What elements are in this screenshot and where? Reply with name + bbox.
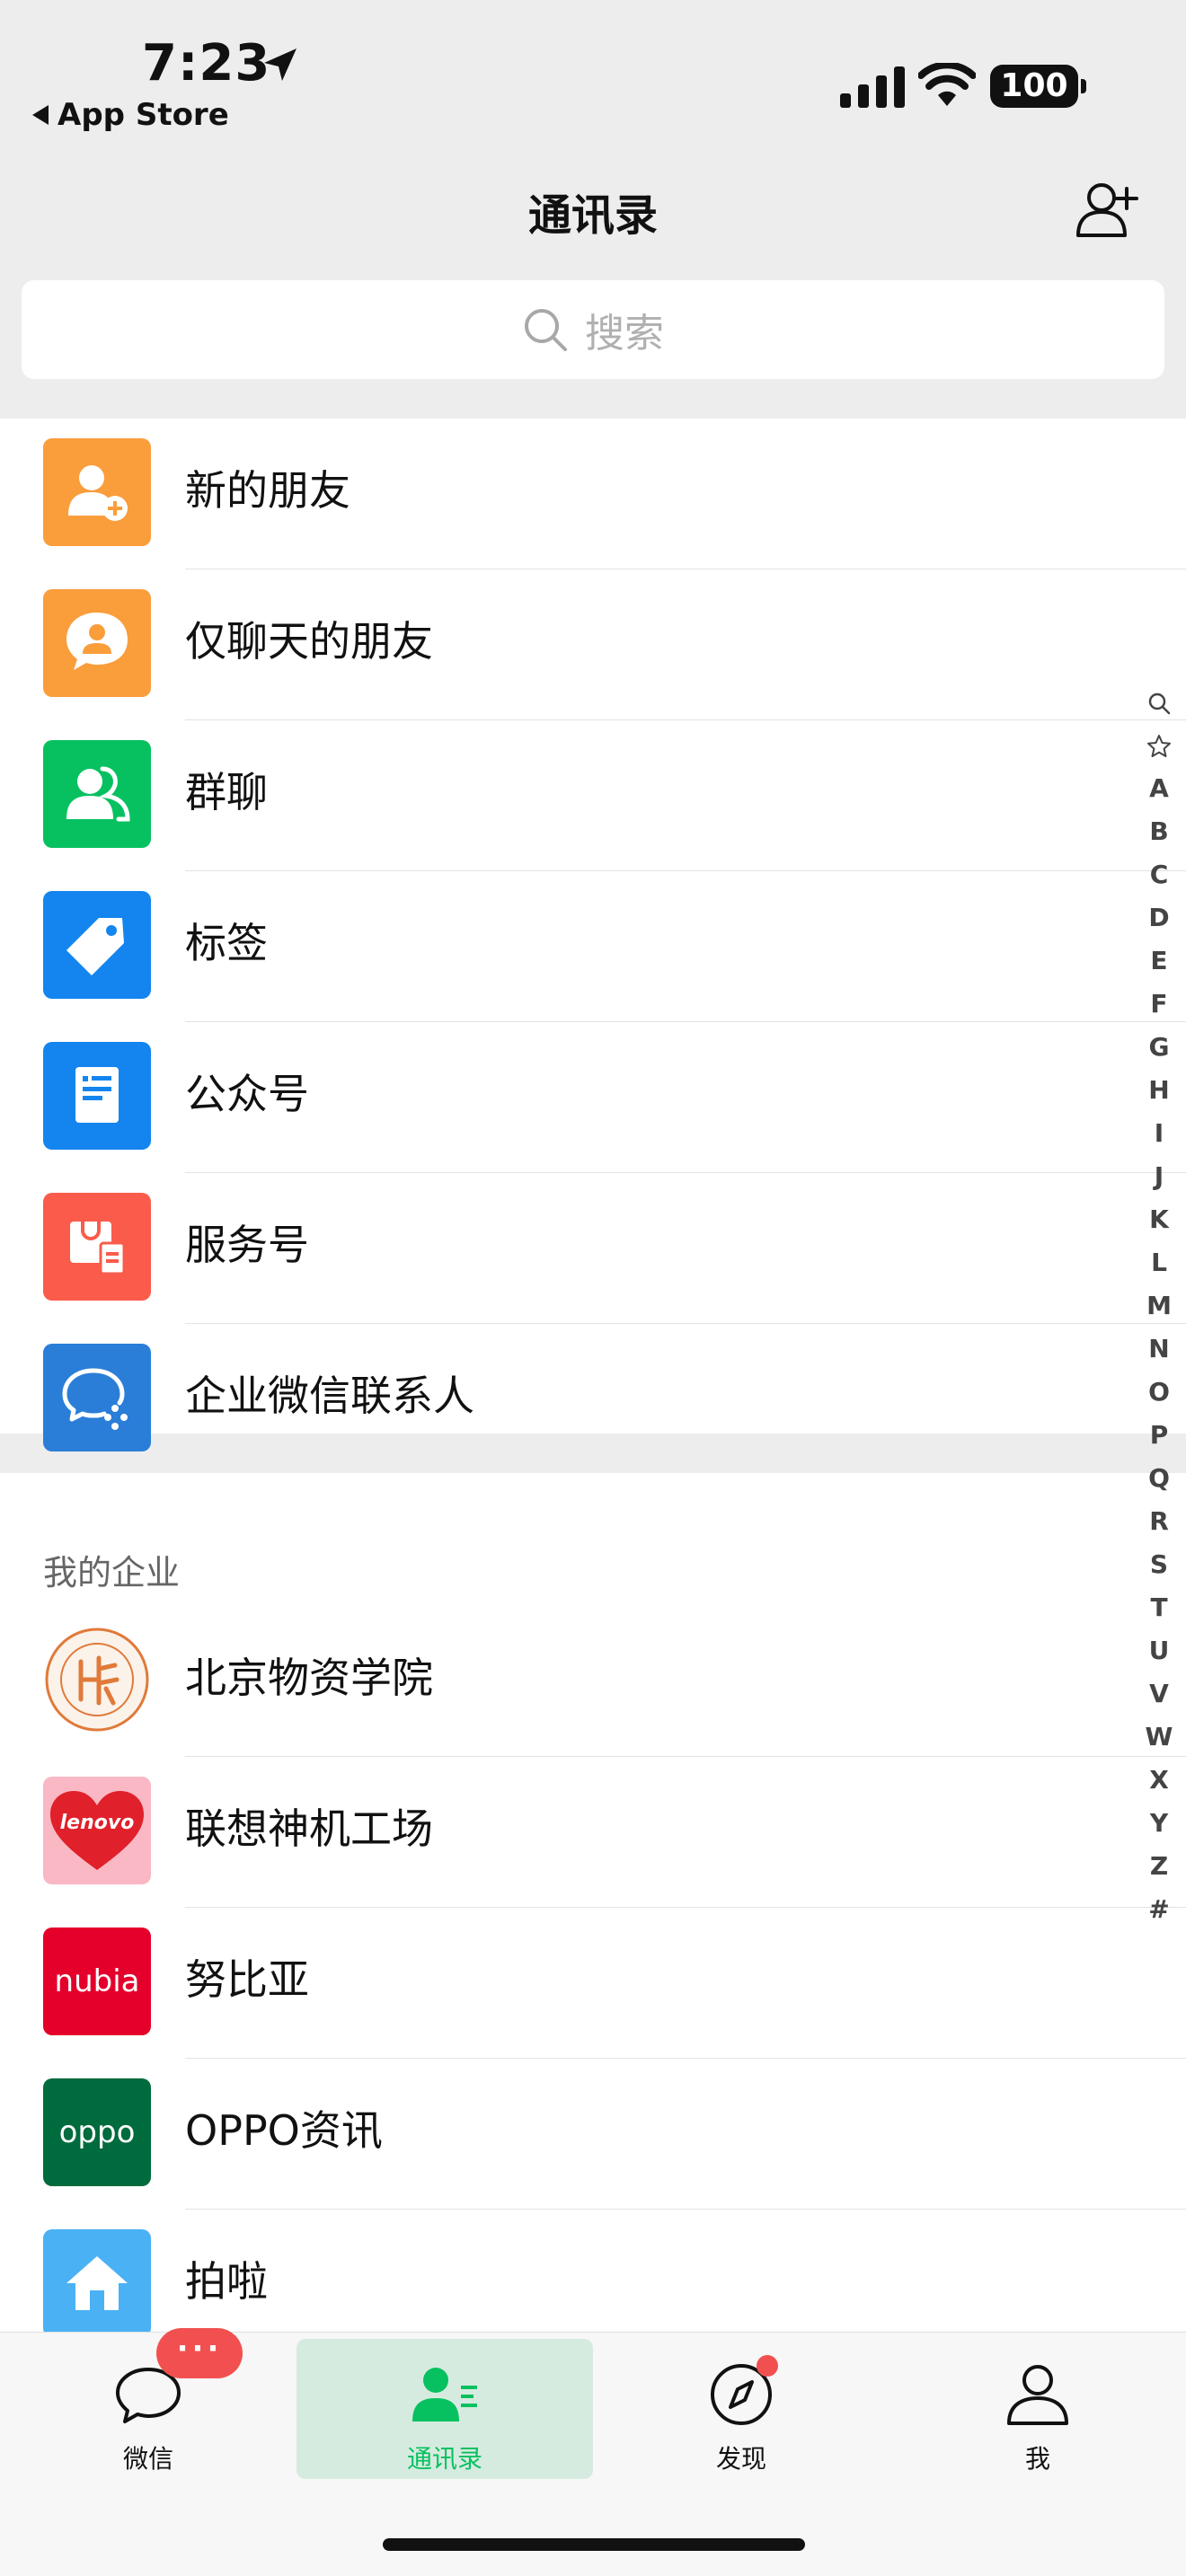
entry-label: 新的朋友 [185,466,350,515]
enterprise-item[interactable]: nubia 努比亚 [0,1908,1186,2059]
wifi-icon [918,63,976,106]
entry-label: 仅聊天的朋友 [185,617,433,666]
lenovo-heart-icon: lenovo [43,1777,151,1884]
index-letter[interactable]: C [1139,853,1179,896]
unread-badge: ··· [156,2328,243,2378]
index-letter[interactable]: E [1139,940,1179,983]
index-letter[interactable]: L [1139,1241,1179,1284]
entry-official-accounts[interactable]: 公众号 [0,1022,1186,1173]
index-letter[interactable]: X [1139,1759,1179,1802]
index-letter[interactable]: O [1139,1371,1179,1414]
official-account-icon [43,1042,151,1150]
oppo-logo-icon: oppo [43,2078,151,2186]
enterprise-label: OPPO资讯 [185,2106,383,2155]
home-icon [43,2229,151,2337]
section-heading-my-enterprise: 我的企业 [43,1553,181,1592]
status-time: 7:23 [142,34,271,93]
entry-tags[interactable]: 标签 [0,871,1186,1022]
tab-label: 微信 [122,2444,173,2474]
entry-label: 公众号 [185,1070,309,1118]
wecom-icon [43,1344,151,1451]
alphabet-index[interactable]: A B C D E F G H I J K L M N O P Q R S T U V W X Y Z # [1139,681,1179,1924]
status-bar: 7:23 App Store 100 [0,0,1186,153]
index-star-icon[interactable] [1139,724,1179,767]
enterprise-label: 北京物资学院 [185,1654,433,1702]
index-letter[interactable]: W [1139,1716,1179,1759]
tab-label: 发现 [715,2444,766,2474]
add-person-icon [43,438,151,546]
index-letter[interactable]: A [1139,767,1179,810]
school-seal-icon [43,1626,151,1734]
index-letter[interactable]: S [1139,1543,1179,1586]
enterprise-item[interactable]: lenovo 联想神机工场 [0,1757,1186,1908]
chat-person-icon [43,589,151,697]
search-input[interactable]: 搜索 [22,280,1164,379]
group-icon [43,740,151,848]
entry-label: 群聊 [185,768,268,816]
index-letter[interactable]: Y [1139,1802,1179,1845]
index-letter[interactable]: K [1139,1198,1179,1241]
index-letter[interactable]: R [1139,1500,1179,1543]
index-letter[interactable]: F [1139,983,1179,1026]
entry-label: 标签 [185,919,268,967]
contacts-icon [412,2368,477,2422]
nubia-logo-text: nubia [54,1963,140,1999]
search-icon [525,309,567,351]
cellular-signal-icon [840,66,905,108]
index-letter[interactable]: P [1139,1414,1179,1457]
entry-label: 服务号 [185,1221,309,1269]
entry-new-friends[interactable]: 新的朋友 [0,419,1186,569]
function-entry-list: 新的朋友 仅聊天的朋友 群聊 标签 公众号 服务号 企业微信联系人 [0,419,1186,1475]
enterprise-label: 联想神机工场 [185,1804,433,1853]
enterprise-label: 努比亚 [185,1955,309,2004]
tab-chats[interactable]: 微信 [0,2339,296,2479]
index-letter[interactable]: D [1139,896,1179,940]
back-app-label: App Store [58,97,229,133]
entry-group-chats[interactable]: 群聊 [0,720,1186,871]
nubia-logo-icon: nubia [43,1928,151,2035]
enterprise-item[interactable]: 北京物资学院 [0,1606,1186,1757]
home-indicator [383,2538,805,2551]
oppo-logo-text: oppo [58,2114,136,2150]
index-letter[interactable]: T [1139,1586,1179,1629]
index-letter[interactable]: B [1139,810,1179,853]
index-letter[interactable]: Q [1139,1457,1179,1500]
discover-notification-dot [757,2355,778,2377]
tab-discover[interactable]: 发现 [593,2339,890,2479]
index-letter[interactable]: Z [1139,1845,1179,1888]
index-letters: A B C D E F G H I J K L M N O P Q R S T U V W X Y Z # [1139,767,1179,1924]
back-to-app-link[interactable]: App Store [32,97,229,133]
index-letter[interactable]: V [1139,1672,1179,1716]
service-account-icon [43,1193,151,1301]
enterprise-section: 我的企业 北京物资学院 lenovo 联想神机工场 nubia 努比亚 oppo… [0,1473,1186,2337]
tab-contacts[interactable]: 通讯录 [296,2339,593,2479]
lenovo-logo-text: lenovo [60,1812,135,1834]
entry-chat-only-friends[interactable]: 仅聊天的朋友 [0,569,1186,720]
search-placeholder: 搜索 [585,311,664,357]
index-search-icon[interactable] [1139,681,1179,724]
index-letter[interactable]: G [1139,1026,1179,1069]
index-letter[interactable]: J [1139,1155,1179,1198]
location-arrow-icon [264,49,296,81]
index-letter[interactable]: N [1139,1328,1179,1371]
add-contact-icon[interactable] [1075,180,1141,239]
entry-service-accounts[interactable]: 服务号 [0,1173,1186,1324]
entry-wecom-contacts[interactable]: 企业微信联系人 [0,1324,1186,1475]
index-letter[interactable]: I [1139,1112,1179,1155]
enterprise-label: 拍啦 [185,2257,268,2306]
tag-icon [43,891,151,999]
enterprise-item[interactable]: oppo OPPO资讯 [0,2059,1186,2210]
index-letter[interactable]: H [1139,1069,1179,1112]
page-title: 通讯录 [527,190,658,241]
entry-label: 企业微信联系人 [185,1372,474,1420]
tab-label: 通讯录 [406,2444,482,2474]
tab-label: 我 [1024,2444,1050,2474]
battery-indicator: 100 [990,65,1086,108]
index-letter[interactable]: M [1139,1284,1179,1328]
profile-icon [1007,2365,1068,2425]
back-arrow-icon [32,105,49,125]
index-letter[interactable]: U [1139,1629,1179,1672]
index-letter[interactable]: # [1139,1888,1179,1931]
tab-me[interactable]: 我 [890,2339,1186,2479]
